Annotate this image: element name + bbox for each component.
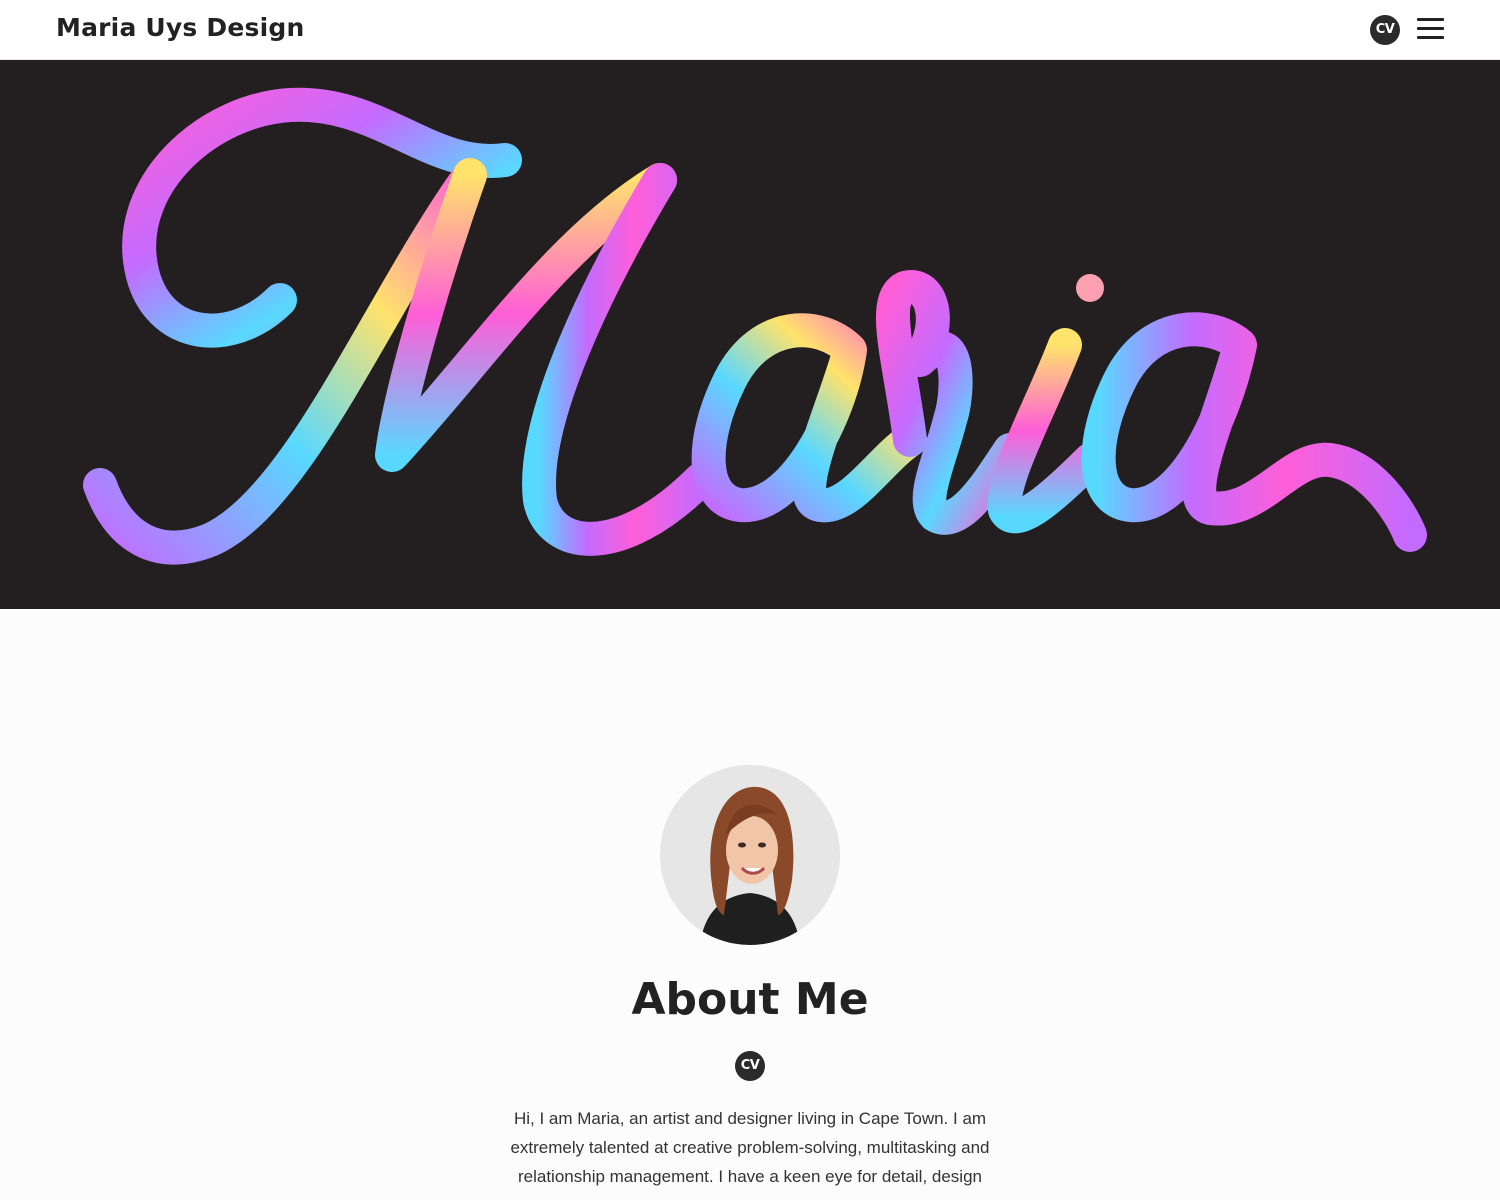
maria-neon-lettering-image [83,87,1427,565]
letter-final-a-stroke [1081,312,1427,552]
menu-bar-line [1417,18,1444,21]
about-section: About Me CV Hi, I am Maria, an artist an… [0,609,1500,1200]
about-paragraph: Hi, I am Maria, an artist and designer l… [510,1109,990,1186]
letter-i-dot [1076,274,1104,302]
site-brand-link[interactable]: Maria Uys Design [56,13,304,42]
letter-a-bowl-stroke [691,313,927,523]
cv-download-button[interactable]: CV [735,1051,765,1081]
about-heading: About Me [631,974,869,1025]
hamburger-menu-icon[interactable] [1417,17,1445,41]
profile-photo [660,765,840,945]
letter-m-right-leg-stroke [522,163,717,556]
profile-avatar [660,765,840,945]
menu-bar-line [1417,36,1444,39]
letter-i-stroke [987,328,1107,534]
hero-banner [0,60,1500,609]
top-navigation-bar: Maria Uys Design CV [0,0,1500,60]
cv-download-button[interactable]: CV [1370,15,1400,45]
menu-bar-line [1417,27,1444,30]
